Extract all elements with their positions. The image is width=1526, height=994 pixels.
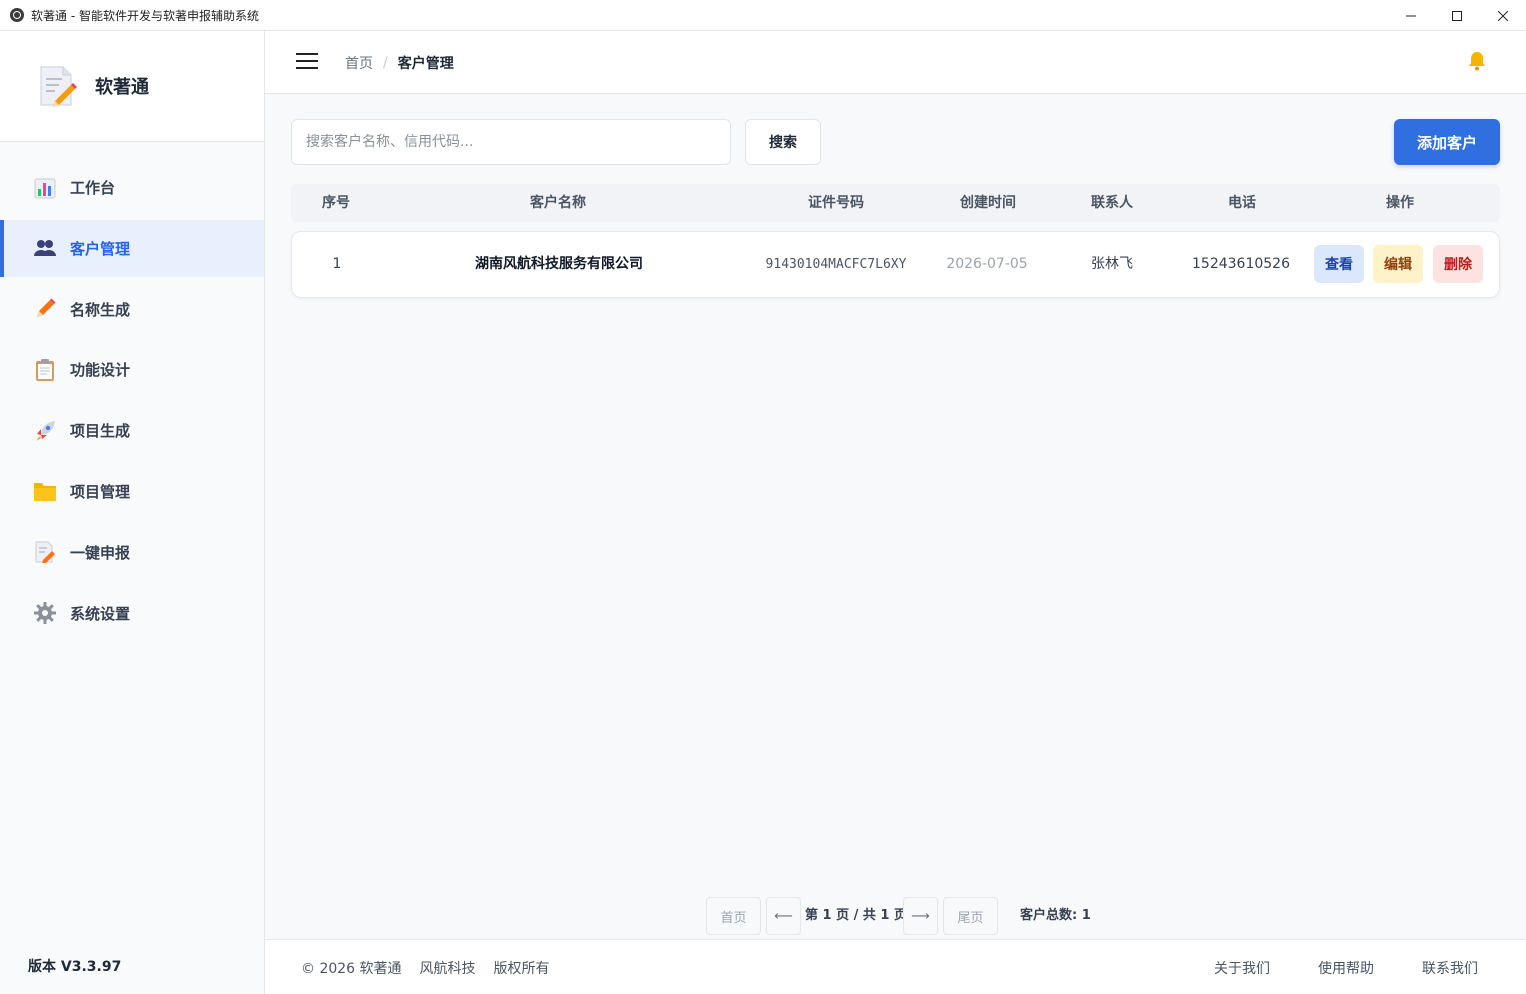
sidebar-item-settings[interactable]: 系统设置 bbox=[0, 585, 264, 642]
app-icon bbox=[10, 8, 24, 22]
page-info: 第 1 页 / 共 1 页 bbox=[805, 908, 907, 923]
sidebar: 软著通 工作台 客户管理 名称生成 功能设计 项目生成 项目管理 一键申报 系统… bbox=[0, 31, 265, 994]
column-header-phone: 电话 bbox=[1228, 195, 1256, 211]
users-icon bbox=[33, 236, 57, 260]
edit-button[interactable]: 编辑 bbox=[1373, 245, 1423, 283]
last-page-button[interactable]: 尾页 bbox=[943, 897, 998, 935]
breadcrumb-current: 客户管理 bbox=[397, 56, 454, 72]
add-customer-button[interactable]: 添加客户 bbox=[1394, 119, 1500, 165]
sidebar-item-name-generation[interactable]: 名称生成 bbox=[0, 281, 264, 338]
view-button[interactable]: 查看 bbox=[1314, 245, 1364, 283]
breadcrumb: 首页 / 客户管理 bbox=[345, 53, 454, 73]
title-bar: 软著通 - 智能软件开发与软著申报辅助系统 bbox=[0, 0, 1526, 31]
footer-left: © 2026 软著通 风航科技 版权所有 bbox=[301, 940, 568, 994]
folder-icon bbox=[33, 479, 57, 503]
window-controls bbox=[1388, 0, 1526, 31]
brand-name: 软著通 bbox=[95, 77, 149, 98]
footer-company: 风航科技 bbox=[419, 960, 476, 977]
column-header-created: 创建时间 bbox=[960, 195, 1016, 211]
top-header: 首页 / 客户管理 bbox=[265, 31, 1526, 94]
column-header-actions: 操作 bbox=[1386, 195, 1414, 211]
cell-phone: 15243610526 bbox=[1192, 256, 1290, 272]
cell-credit-code: 91430104MACFC7L6XY bbox=[765, 257, 907, 272]
menu-toggle-icon[interactable] bbox=[296, 53, 318, 71]
sidebar-item-label: 系统设置 bbox=[70, 604, 131, 623]
footer-contact-link[interactable]: 联系我们 bbox=[1422, 958, 1478, 978]
pagination: 首页 ⟵ 第 1 页 / 共 1 页 ⟶ 尾页 客户总数: 1 bbox=[265, 897, 1526, 935]
bell-icon[interactable] bbox=[1466, 50, 1488, 72]
minimize-button[interactable] bbox=[1388, 0, 1434, 31]
cell-created-date: 2026-07-05 bbox=[946, 256, 1028, 272]
window-title: 软著通 - 智能软件开发与软著申报辅助系统 bbox=[31, 8, 259, 23]
pencil-icon bbox=[33, 297, 57, 321]
close-icon bbox=[1498, 10, 1508, 21]
breadcrumb-home[interactable]: 首页 bbox=[345, 53, 373, 73]
maximize-icon bbox=[1452, 10, 1462, 21]
footer-rights: 版权所有 bbox=[493, 960, 550, 977]
next-page-button[interactable]: ⟶ bbox=[903, 897, 938, 935]
column-header-index: 序号 bbox=[322, 195, 350, 211]
sidebar-item-one-click-apply[interactable]: 一键申报 bbox=[0, 524, 264, 581]
prev-page-button[interactable]: ⟵ bbox=[766, 897, 801, 935]
main-content: 搜索 添加客户 序号 客户名称 证件号码 创建时间 联系人 电话 操作 1 湖南… bbox=[265, 94, 1526, 939]
search-input[interactable] bbox=[291, 119, 731, 165]
chart-icon bbox=[33, 176, 57, 200]
cell-customer-name: 湖南风航科技服务有限公司 bbox=[475, 256, 643, 272]
gear-icon bbox=[33, 601, 57, 625]
sidebar-nav: 工作台 客户管理 名称生成 功能设计 项目生成 项目管理 一键申报 系统设置 bbox=[0, 142, 264, 642]
version-label: 版本 V3.3.97 bbox=[28, 959, 122, 975]
sidebar-item-workbench[interactable]: 工作台 bbox=[0, 159, 264, 216]
sidebar-item-label: 工作台 bbox=[70, 179, 116, 197]
sidebar-item-customers[interactable]: 客户管理 bbox=[0, 219, 264, 277]
cell-index: 1 bbox=[332, 256, 342, 272]
search-button[interactable]: 搜索 bbox=[745, 119, 821, 165]
sidebar-item-label: 项目管理 bbox=[70, 482, 131, 501]
sidebar-item-project-generation[interactable]: 项目生成 bbox=[0, 402, 264, 459]
close-button[interactable] bbox=[1480, 0, 1526, 31]
memo-icon bbox=[33, 540, 57, 564]
sidebar-item-project-management[interactable]: 项目管理 bbox=[0, 463, 264, 520]
column-header-contact: 联系人 bbox=[1091, 195, 1133, 211]
cell-contact: 张林飞 bbox=[1091, 256, 1133, 272]
footer: © 2026 软著通 风航科技 版权所有 关于我们 使用帮助 联系我们 bbox=[265, 939, 1526, 994]
column-header-code: 证件号码 bbox=[808, 195, 864, 211]
sidebar-item-label: 项目生成 bbox=[70, 422, 131, 441]
sidebar-item-label: 一键申报 bbox=[70, 543, 131, 562]
column-header-name: 客户名称 bbox=[530, 195, 586, 211]
sidebar-item-label: 名称生成 bbox=[70, 300, 131, 319]
memo-logo-icon bbox=[37, 65, 77, 107]
first-page-button[interactable]: 首页 bbox=[706, 897, 761, 935]
table-header: 序号 客户名称 证件号码 创建时间 联系人 电话 操作 bbox=[291, 184, 1500, 222]
customer-total: 客户总数: 1 bbox=[1020, 908, 1091, 923]
table-row: 1 湖南风航科技服务有限公司 91430104MACFC7L6XY 2026-0… bbox=[291, 231, 1500, 298]
maximize-button[interactable] bbox=[1434, 0, 1480, 31]
footer-help-link[interactable]: 使用帮助 bbox=[1318, 958, 1374, 978]
clipboard-icon bbox=[33, 358, 57, 382]
minimize-icon bbox=[1406, 15, 1416, 16]
rocket-icon bbox=[33, 419, 57, 443]
breadcrumb-separator: / bbox=[383, 55, 388, 71]
sidebar-item-label: 客户管理 bbox=[70, 239, 131, 258]
footer-links: 关于我们 使用帮助 联系我们 bbox=[1166, 940, 1478, 994]
brand: 软著通 bbox=[0, 31, 264, 142]
footer-copyright: © 2026 软著通 bbox=[301, 960, 402, 977]
sidebar-item-label: 功能设计 bbox=[70, 361, 131, 380]
sidebar-item-function-design[interactable]: 功能设计 bbox=[0, 341, 264, 398]
delete-button[interactable]: 删除 bbox=[1433, 245, 1483, 283]
footer-about-link[interactable]: 关于我们 bbox=[1214, 958, 1270, 978]
